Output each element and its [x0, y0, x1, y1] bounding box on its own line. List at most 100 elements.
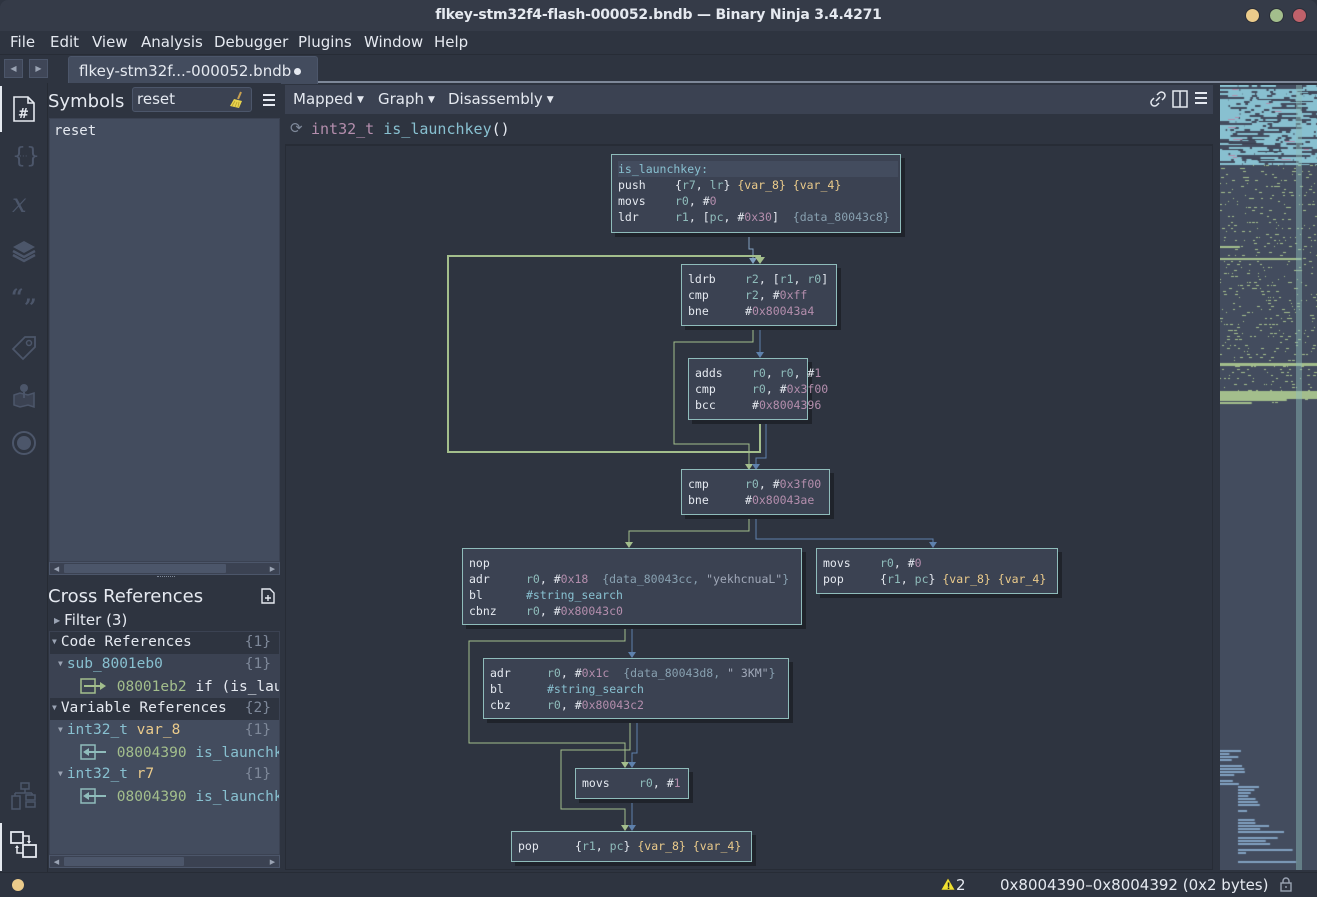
scroll-left-icon[interactable]: ◀ [51, 564, 62, 574]
basic-block[interactable]: movs r0, #0 pop {r1, pc} {var_8} {var_4} [816, 548, 1058, 594]
register[interactable]: r0 [675, 194, 689, 208]
refresh-icon[interactable]: ⟳ [290, 119, 303, 137]
immediate[interactable]: 0xff [780, 288, 808, 302]
lock-icon[interactable] [1280, 877, 1292, 896]
debugger-icon[interactable] [6, 425, 42, 461]
operand-text[interactable]: } [769, 666, 776, 680]
mnemonic[interactable]: movs [823, 555, 880, 571]
instruction-line[interactable]: bne #0x80043a4 [688, 303, 830, 319]
minimap[interactable] [1215, 85, 1317, 870]
menu-analysis[interactable]: Analysis [141, 33, 203, 51]
xref-variable-item[interactable]: ▼ int32_t var_8 {1} [50, 720, 279, 742]
mnemonic[interactable]: cmp [688, 476, 745, 492]
instruction-line[interactable]: push {r7, lr} {var_8} {var_4} [618, 177, 894, 193]
mnemonic[interactable]: pop [518, 838, 575, 854]
clear-search-broom-icon[interactable] [229, 91, 245, 113]
new-xref-tab-icon[interactable] [261, 588, 275, 608]
pane-splitter-handle[interactable] [157, 576, 175, 579]
operand-text[interactable]: } [782, 572, 789, 586]
split-view-icon[interactable] [1172, 90, 1188, 112]
mnemonic[interactable]: bl [490, 681, 547, 697]
register[interactable]: r0 [639, 776, 653, 790]
basic-block[interactable]: nop adr r0, #0x18 {data_80043cc, "yekhcnua… [462, 548, 802, 625]
register[interactable]: r0 [526, 604, 540, 618]
mnemonic[interactable]: movs [618, 193, 675, 209]
immediate[interactable]: 0 [710, 194, 717, 208]
mnemonic[interactable]: adr [469, 571, 526, 587]
symbol-ref[interactable]: #string_search [526, 588, 623, 602]
hamburger-menu-icon[interactable] [1194, 90, 1208, 110]
basic-block[interactable]: adr r0, #0x1c {data_80043d8, " 3KM"} bl #st… [483, 658, 789, 719]
menu-window[interactable]: Window [364, 33, 423, 51]
mnemonic[interactable]: pop [823, 571, 880, 587]
mnemonic[interactable]: ldr [618, 209, 675, 225]
basic-block[interactable]: adds r0, r0, #1 cmp r0, #0x3f00 bcc #0x800439… [688, 358, 828, 420]
variable-ref[interactable]: {var_8} [737, 178, 785, 192]
immediate[interactable]: 0 [915, 556, 922, 570]
immediate[interactable]: 0x3f00 [780, 477, 822, 491]
instruction-line[interactable]: movs r0, #0 [823, 555, 1051, 571]
menu-edit[interactable]: Edit [50, 33, 79, 51]
operand-text[interactable]: "yekhcnuaL" [706, 572, 782, 586]
close-button[interactable] [1292, 8, 1307, 23]
variables-icon[interactable]: x [6, 185, 42, 221]
instruction-line[interactable]: ldr r1, [pc, #0x30] {data_80043c8} [618, 209, 894, 225]
immediate[interactable]: 0x18 [561, 572, 589, 586]
variable-ref[interactable]: {var_8} [637, 839, 685, 853]
link-icon[interactable] [1149, 90, 1167, 112]
basic-block[interactable]: movs r0, #1 [575, 768, 689, 799]
instruction-line[interactable]: pop {r1, pc} {var_8} {var_4} [518, 838, 745, 854]
register[interactable]: r1 [675, 210, 689, 224]
scroll-right-icon[interactable]: ▶ [267, 564, 278, 574]
basic-block[interactable]: ldrb r2, [r1, r0] cmp r2, #0xff bne #0x80043a… [681, 264, 837, 326]
mnemonic[interactable]: cbz [490, 697, 547, 713]
mnemonic[interactable]: movs [582, 775, 639, 791]
instruction-line[interactable]: bl #string_search [490, 681, 782, 697]
register[interactable]: r0 [745, 477, 759, 491]
modified-indicator-icon[interactable] [294, 68, 301, 75]
register[interactable]: pc [610, 839, 624, 853]
symbols-icon[interactable]: # [6, 91, 42, 127]
graph-view[interactable]: is_launchkey: push {r7, lr} {var_8} {var_4… [285, 145, 1213, 870]
tab-scroll-right-button[interactable]: ▶ [29, 59, 48, 78]
menu-plugins[interactable]: Plugins [298, 33, 352, 51]
symbol-ref[interactable]: #string_search [547, 682, 644, 696]
mnemonic[interactable]: adr [490, 665, 547, 681]
immediate[interactable]: 0x80043a4 [752, 304, 814, 318]
tab-scroll-left-button[interactable]: ◀ [4, 59, 23, 78]
maximize-button[interactable] [1269, 8, 1284, 23]
instruction-line[interactable]: cmp r0, #0x3f00 [695, 381, 828, 397]
instruction-line[interactable]: adr r0, #0x18 {data_80043cc, "yekhcnuaL"} [469, 571, 795, 587]
minimap-position-indicator[interactable] [1296, 85, 1302, 870]
immediate[interactable]: 1 [814, 366, 821, 380]
scroll-left-icon[interactable]: ◀ [51, 857, 62, 867]
mnemonic[interactable]: nop [469, 555, 526, 571]
mapped-dropdown[interactable]: Mapped ▼ [293, 90, 364, 108]
instruction-line[interactable]: cmp r2, #0xff [688, 287, 830, 303]
symbols-hscrollbar[interactable]: ◀ ▶ [49, 562, 280, 575]
immediate[interactable]: 0x3f00 [787, 382, 829, 396]
register[interactable]: r2 [745, 288, 759, 302]
variable-ref[interactable]: {var_4} [693, 839, 741, 853]
instruction-line[interactable]: movs r0, #1 [582, 775, 682, 791]
instruction-line[interactable]: adr r0, #0x1c {data_80043d8, " 3KM"} [490, 665, 782, 681]
disassembly-dropdown[interactable]: Disassembly ▼ [448, 90, 554, 108]
mnemonic[interactable]: bne [688, 492, 745, 508]
mnemonic[interactable]: push [618, 177, 675, 193]
mnemonic[interactable]: adds [695, 365, 752, 381]
register[interactable]: r0 [752, 366, 766, 380]
memory-map-icon[interactable] [6, 377, 42, 413]
mnemonic[interactable]: bl [469, 587, 526, 603]
menu-file[interactable]: File [10, 33, 35, 51]
instruction-line[interactable]: bcc #0x8004396 [695, 397, 821, 413]
register[interactable]: r1 [887, 572, 901, 586]
operand-text[interactable]: {data_80043c8} [793, 210, 890, 224]
tags-icon[interactable] [6, 329, 42, 365]
cross-references-icon[interactable] [6, 827, 42, 863]
instruction-line[interactable]: pop {r1, pc} {var_8} {var_4} [823, 571, 1051, 587]
xref-group-code[interactable]: ▼ Code References {1} [50, 632, 279, 654]
xref-group-variables[interactable]: ▼ Variable References {2} [50, 698, 279, 720]
instruction-line[interactable]: cmp r0, #0x3f00 [688, 476, 823, 492]
register[interactable]: r0 [752, 382, 766, 396]
operand-text[interactable]: {data_80043d8, [623, 666, 727, 680]
